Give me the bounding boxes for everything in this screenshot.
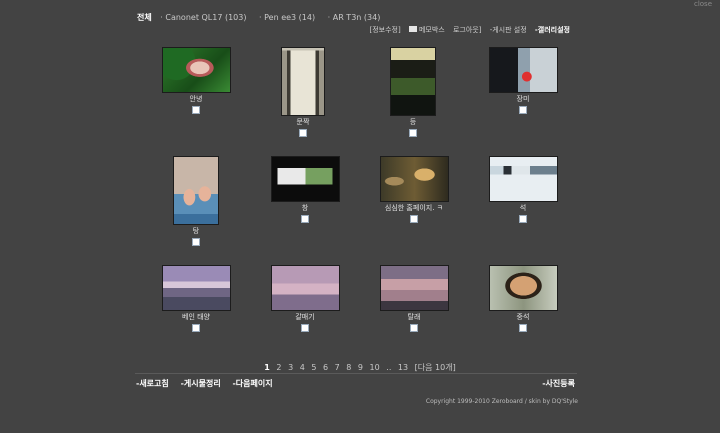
page-link-2[interactable]: 2 [276, 363, 281, 372]
close-link[interactable]: close [694, 0, 712, 8]
photo-thumbnail[interactable] [173, 156, 219, 225]
photo-caption: 문짝 [296, 118, 310, 126]
photo-caption: 등 [409, 118, 417, 126]
gallery-item: 탕 [141, 156, 251, 246]
gallery-item: 갈매기 [250, 265, 360, 332]
photo-checkbox[interactable] [519, 215, 527, 223]
next-10-pages-link[interactable]: [다음 10개] [415, 363, 456, 372]
bottom-links: -새로고침 -게시물정리 -다음페이지 [136, 378, 282, 389]
gallery-item: 안녕 [141, 47, 251, 114]
photo-thumbnail[interactable] [270, 156, 340, 202]
photo-caption: 안녕 [189, 95, 203, 103]
gallery-item: 장미 [468, 47, 578, 114]
gallery-item: 창 [250, 156, 360, 223]
logout-link[interactable]: 로그아웃] [453, 26, 482, 34]
photo-caption: 장미 [516, 95, 530, 103]
photo-caption: 석 [519, 204, 527, 212]
photo-caption: 갈매기 [295, 313, 315, 321]
photo-checkbox[interactable] [192, 238, 200, 246]
refresh-link[interactable]: -새로고침 [136, 379, 169, 388]
mail-icon [408, 26, 417, 32]
photo-checkbox[interactable] [519, 106, 527, 114]
manage-posts-link[interactable]: -게시물정리 [181, 379, 221, 388]
photo-thumbnail[interactable] [281, 47, 325, 116]
photo-checkbox[interactable] [410, 215, 418, 223]
gallery-settings-link[interactable]: -갤러리설정 [535, 26, 570, 34]
board-settings-link[interactable]: -게시판 설정 [490, 26, 527, 34]
page-link-1[interactable]: 1 [264, 363, 270, 372]
photo-thumbnail[interactable] [161, 47, 231, 93]
photo-caption: 심심한 홈페이지. ㅋ [384, 204, 444, 212]
photo-checkbox[interactable] [301, 324, 309, 332]
memo-box-label: 메모박스 [418, 26, 445, 34]
copyright-text: Copyright 1999-2010 Zeroboard / skin by … [425, 398, 578, 405]
photo-thumbnail[interactable] [161, 265, 231, 311]
category-all[interactable]: 전체 [137, 13, 152, 22]
photo-checkbox[interactable] [409, 129, 417, 137]
category-canonet[interactable]: · Canonet QL17 (103) [160, 13, 246, 22]
top-links: [정보수정] 메모박스 로그아웃] -게시판 설정 -갤러리설정 [364, 25, 570, 35]
gallery-item: 등 [358, 47, 468, 137]
page-link-7[interactable]: 7 [335, 363, 340, 372]
register-photo-button[interactable]: -사진등록 [542, 378, 575, 389]
photo-thumbnail[interactable] [379, 156, 449, 202]
edit-info-link[interactable]: [정보수정] [370, 26, 401, 34]
photo-checkbox[interactable] [301, 215, 309, 223]
category-ar-t3n[interactable]: · AR T3n (34) [328, 13, 381, 22]
page-link-8[interactable]: 8 [346, 363, 351, 372]
gallery-item: 문짝 [248, 47, 358, 137]
photo-caption: 중석 [516, 313, 530, 321]
photo-checkbox[interactable] [410, 324, 418, 332]
memo-box-link[interactable]: 메모박스 [408, 26, 445, 34]
page-link-6[interactable]: 6 [323, 363, 328, 372]
category-pen-ee3[interactable]: · Pen ee3 (14) [259, 13, 315, 22]
photo-checkbox[interactable] [192, 106, 200, 114]
page-link-5[interactable]: 5 [311, 363, 316, 372]
gallery-item: 베인 태양 [141, 265, 251, 332]
pagination: 1 2 3 4 5 6 7 8 9 10 .. 13 [다음 10개] [0, 362, 720, 373]
photo-thumbnail[interactable] [270, 265, 340, 311]
gallery-item: 탈래 [359, 265, 469, 332]
gallery-item: 심심한 홈페이지. ㅋ [359, 156, 469, 223]
gallery-item: 중석 [468, 265, 578, 332]
photo-thumbnail[interactable] [488, 47, 558, 93]
divider [135, 373, 577, 374]
category-bar: 전체 · Canonet QL17 (103) · Pen ee3 (14) ·… [137, 12, 390, 23]
photo-caption: 탕 [192, 227, 200, 235]
photo-thumbnail[interactable] [390, 47, 436, 116]
photo-thumbnail[interactable] [488, 156, 558, 202]
photo-caption: 탈래 [407, 313, 421, 321]
page-link-9[interactable]: 9 [358, 363, 363, 372]
photo-caption: 베인 태양 [182, 313, 210, 321]
gallery-item: 석 [468, 156, 578, 223]
photo-thumbnail[interactable] [488, 265, 558, 311]
page-ellipsis: .. [386, 363, 392, 372]
page-link-10[interactable]: 10 [370, 363, 380, 372]
photo-caption: 창 [301, 204, 309, 212]
next-page-link[interactable]: -다음페이지 [232, 379, 272, 388]
page-link-13[interactable]: 13 [398, 363, 408, 372]
photo-checkbox[interactable] [519, 324, 527, 332]
photo-thumbnail[interactable] [379, 265, 449, 311]
photo-checkbox[interactable] [192, 324, 200, 332]
page-link-3[interactable]: 3 [288, 363, 293, 372]
page-link-4[interactable]: 4 [300, 363, 305, 372]
photo-checkbox[interactable] [299, 129, 307, 137]
